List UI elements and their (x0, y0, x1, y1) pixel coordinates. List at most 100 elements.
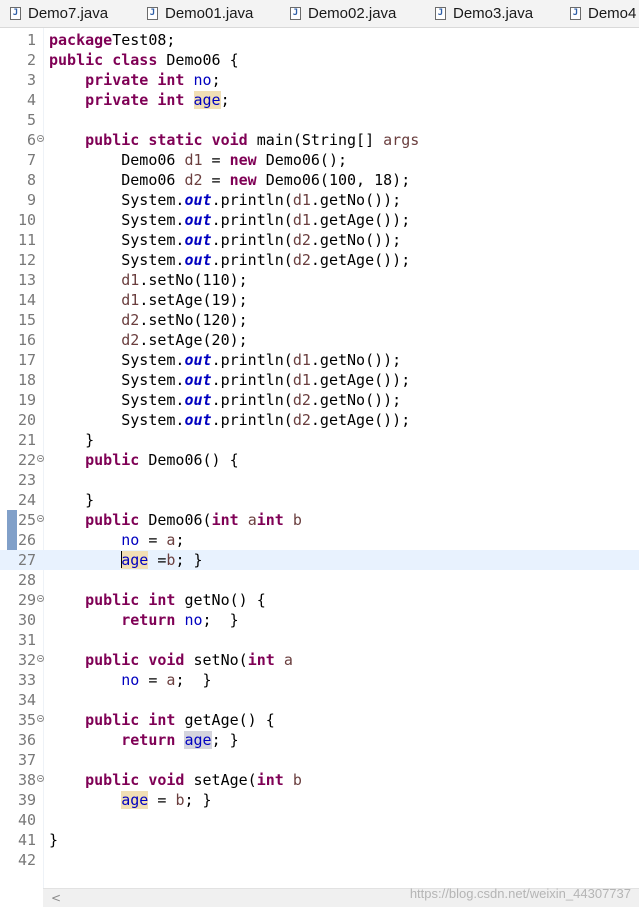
code-token: void (148, 771, 185, 789)
code-text: } (49, 490, 94, 510)
line-number: 7 (26, 151, 36, 169)
line-number: 19 (17, 391, 36, 409)
code-token: public (85, 131, 140, 149)
tab-demo01-java[interactable]: J Demo01.java (147, 0, 253, 27)
tab-demo4[interactable]: J Demo4 (570, 0, 636, 27)
tab-demo7-java[interactable]: J Demo7.java (10, 0, 108, 27)
code-token: class (112, 51, 158, 69)
tab-demo02-java[interactable]: J Demo02.java (290, 0, 396, 27)
code-line[interactable]: 34 (0, 690, 639, 710)
code-text: age = b; } (49, 790, 212, 810)
code-line[interactable]: 14 d1.setAge(19); (0, 290, 639, 310)
code-text: public int getNo() { (49, 590, 266, 610)
code-line[interactable]: 17 System.out.println(d1.getNo()); (0, 350, 639, 370)
code-line[interactable]: 6 public static void main(String[] args (0, 130, 639, 150)
code-line[interactable]: 9 System.out.println(d1.getNo()); (0, 190, 639, 210)
code-line[interactable]: 38 public void setAge(int b (0, 770, 639, 790)
code-text: System.out.println(d2.getAge()); (49, 410, 410, 430)
code-line[interactable]: 7 Demo06 d1 = new Demo06(); (0, 150, 639, 170)
tab-demo3-java[interactable]: J Demo3.java (435, 0, 533, 27)
code-line[interactable]: 35 public int getAge() { (0, 710, 639, 730)
code-token: } (49, 491, 95, 509)
code-line[interactable]: 5 (0, 110, 639, 130)
code-line[interactable]: 33 no = a; } (0, 670, 639, 690)
code-line[interactable]: 11 System.out.println(d2.getNo()); (0, 230, 639, 250)
code-line[interactable]: 12 System.out.println(d2.getAge()); (0, 250, 639, 270)
code-line[interactable]: 37 (0, 750, 639, 770)
code-token: age (121, 791, 149, 809)
code-line[interactable]: 27 age =b; } (0, 550, 639, 570)
code-line[interactable]: 24 } (0, 490, 639, 510)
line-number: 32 (17, 651, 36, 669)
scroll-left-arrow-icon[interactable]: < (51, 891, 61, 905)
tab-label: Demo02.java (308, 5, 397, 22)
line-number: 33 (17, 671, 36, 689)
code-token: d2 (184, 171, 203, 189)
code-token: public (85, 451, 140, 469)
code-token: static (148, 131, 203, 149)
line-number: 4 (26, 91, 36, 109)
code-line[interactable]: 18 System.out.println(d1.getAge()); (0, 370, 639, 390)
code-line[interactable]: 22 public Demo06() { (0, 450, 639, 470)
code-token: .println( (211, 411, 293, 429)
code-line[interactable]: 30 return no; } (0, 610, 639, 630)
code-line[interactable]: 28 (0, 570, 639, 590)
fold-toggle-icon[interactable] (37, 595, 44, 602)
fold-toggle-icon[interactable] (37, 775, 44, 782)
code-token: public (85, 591, 140, 609)
code-line[interactable]: 4 private int age; (0, 90, 639, 110)
code-token: = (139, 671, 167, 689)
line-number: 16 (17, 331, 36, 349)
code-line[interactable]: 25 public Demo06(int aint b (0, 510, 639, 530)
code-line[interactable]: 26 no = a; (0, 530, 639, 550)
code-token: out (184, 211, 212, 229)
code-line[interactable]: 41} (0, 830, 639, 850)
fold-toggle-icon[interactable] (37, 655, 44, 662)
code-token: System. (49, 391, 185, 409)
code-text: packageTest08; (49, 30, 175, 50)
code-line[interactable]: 23 (0, 470, 639, 490)
code-line[interactable]: 21 } (0, 430, 639, 450)
code-token: .getNo()); (310, 391, 402, 409)
code-line[interactable]: 10 System.out.println(d1.getAge()); (0, 210, 639, 230)
code-token: System. (49, 351, 185, 369)
code-line[interactable]: 36 return age; } (0, 730, 639, 750)
code-editor[interactable]: 1 packageTest08; 2 public class Demo06 {3 p… (0, 28, 639, 888)
code-line[interactable]: 16 d2.setAge(20); (0, 330, 639, 350)
code-token: age (121, 551, 149, 569)
fold-toggle-icon[interactable] (37, 715, 44, 722)
line-number: 39 (17, 791, 36, 809)
fold-toggle-icon[interactable] (37, 135, 44, 142)
code-token: d1 (184, 151, 203, 169)
code-line[interactable]: 39 age = b; } (0, 790, 639, 810)
line-number: 3 (26, 71, 36, 89)
code-line[interactable]: 40 (0, 810, 639, 830)
code-line[interactable]: 3 private int no; (0, 70, 639, 90)
code-line[interactable]: 15 d2.setNo(120); (0, 310, 639, 330)
code-token: public (85, 651, 140, 669)
code-line[interactable]: 42 (0, 850, 639, 870)
code-line[interactable]: 2 public class Demo06 { (0, 50, 639, 70)
code-line[interactable]: 8 Demo06 d2 = new Demo06(100, 18); (0, 170, 639, 190)
code-token: d2 (292, 391, 311, 409)
code-line[interactable]: 13 d1.setNo(110); (0, 270, 639, 290)
fold-toggle-icon[interactable] (37, 455, 44, 462)
code-line[interactable]: 32 public void setNo(int a (0, 650, 639, 670)
code-line[interactable]: 20 System.out.println(d2.getAge()); (0, 410, 639, 430)
code-token: .println( (211, 251, 293, 269)
code-line[interactable]: 31 (0, 630, 639, 650)
code-token: = (148, 551, 167, 569)
code-line[interactable]: 29 public int getNo() { (0, 590, 639, 610)
fold-toggle-icon[interactable] (37, 515, 44, 522)
code-text: Demo06 d2 = new Demo06(100, 18); (49, 170, 410, 190)
code-line[interactable]: 19 System.out.println(d2.getNo()); (0, 390, 639, 410)
code-line[interactable]: 1 packageTest08; (0, 30, 639, 50)
